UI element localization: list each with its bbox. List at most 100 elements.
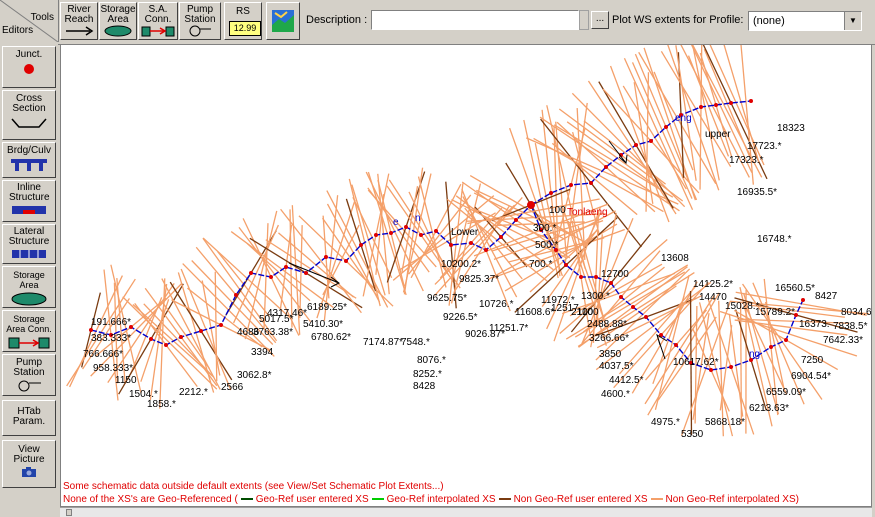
lower-reach-line-node[interactable] bbox=[179, 335, 183, 339]
profile-select[interactable]: (none) ▼ bbox=[748, 11, 862, 31]
lower-reach-line-node[interactable] bbox=[324, 255, 328, 259]
tonlaeng-reach-xs-line[interactable] bbox=[647, 292, 720, 416]
lower-reach-line-node[interactable] bbox=[484, 248, 488, 252]
lower-reach-line-node[interactable] bbox=[404, 225, 408, 229]
station-label: 4037.5* bbox=[599, 361, 634, 372]
inline-structure-icon bbox=[12, 206, 46, 214]
scrollbar-thumb[interactable] bbox=[66, 509, 72, 516]
upper-reach-line-node[interactable] bbox=[589, 181, 593, 185]
lower-reach-line-node[interactable] bbox=[514, 218, 518, 222]
lower-reach-line-node[interactable] bbox=[284, 265, 288, 269]
station-label: 2566 bbox=[221, 382, 244, 393]
lower-reach-line-node[interactable] bbox=[499, 235, 503, 239]
rs-button[interactable]: RS 12.99 bbox=[224, 2, 262, 40]
bridge-culvert-button[interactable]: Brdg/Culv bbox=[2, 142, 56, 178]
river-name-text-3[interactable]: eng bbox=[675, 113, 692, 124]
upper-reach-line-node[interactable] bbox=[569, 183, 573, 187]
upper-reach-line-node[interactable] bbox=[729, 101, 733, 105]
lower-reach-xs-line[interactable] bbox=[214, 271, 218, 382]
tonlaeng-reach-line-node[interactable] bbox=[769, 345, 773, 349]
river-schematic[interactable]: 191.666*383.333*766.666*958.333*11501504… bbox=[61, 45, 872, 507]
tonlaeng-reach-line-node[interactable] bbox=[784, 338, 788, 342]
station-label: 7838.5* bbox=[833, 321, 868, 332]
station-label: 6213.63* bbox=[749, 403, 789, 414]
pump-station-button[interactable]: Pump Station bbox=[179, 2, 221, 40]
upper-reach-line-node[interactable] bbox=[649, 139, 653, 143]
tonlaeng-reach-line-node[interactable] bbox=[564, 263, 568, 267]
junction-button[interactable]: Junct. bbox=[2, 46, 56, 88]
tonlaeng-reach-line-node[interactable] bbox=[644, 315, 648, 319]
lateral-structure-button[interactable]: Lateral Structure bbox=[2, 224, 56, 264]
junction-marker[interactable] bbox=[527, 201, 535, 209]
station-label: 6780.62* bbox=[311, 332, 351, 343]
pump-station-tool-button[interactable]: Pump Station bbox=[2, 354, 56, 396]
station-label: 16373. bbox=[799, 319, 830, 330]
lower-reach-line-node[interactable] bbox=[199, 329, 203, 333]
lower-reach-line-node[interactable] bbox=[89, 328, 93, 332]
tonlaeng-reach-line-node[interactable] bbox=[579, 275, 583, 279]
upper-reach-line-node[interactable] bbox=[604, 165, 608, 169]
sa-conn-button[interactable]: S.A. Conn. bbox=[138, 2, 178, 40]
station-label: 3062.8* bbox=[237, 370, 272, 381]
upper-reach-line-node[interactable] bbox=[699, 105, 703, 109]
htab-param-button[interactable]: HTab Param. bbox=[2, 400, 56, 436]
description-input[interactable] bbox=[371, 10, 579, 30]
upper-reach-line-node[interactable] bbox=[549, 191, 553, 195]
description-browse-button[interactable]: ... bbox=[591, 11, 609, 29]
editor-sidebar: Junct. Cross Section Brdg/Culv Inline St… bbox=[0, 44, 58, 517]
river-name-text-4[interactable]: ng bbox=[749, 349, 760, 360]
lower-reach-line-node[interactable] bbox=[419, 233, 423, 237]
lower-reach-line-node[interactable] bbox=[219, 323, 223, 327]
description-scroll[interactable] bbox=[579, 10, 589, 30]
station-label: 7642.33* bbox=[823, 335, 863, 346]
lower-reach-line-node[interactable] bbox=[434, 229, 438, 233]
lower-reach-line-node[interactable] bbox=[449, 243, 453, 247]
tonlaeng-reach-line-node[interactable] bbox=[709, 368, 713, 372]
tonlaeng-reach-line-node[interactable] bbox=[729, 365, 733, 369]
lower-reach-line-node[interactable] bbox=[269, 275, 273, 279]
lower-reach-line-node[interactable] bbox=[344, 259, 348, 263]
station-label: 3266.66* bbox=[589, 333, 629, 344]
tonlaeng-reach-line-node[interactable] bbox=[631, 305, 635, 309]
station-label: 11251.7* bbox=[489, 323, 528, 334]
lower-reach-line-node[interactable] bbox=[149, 337, 153, 341]
storage-area-conn-button[interactable]: Storage Area Conn. bbox=[2, 310, 56, 352]
lower-reach-line-node[interactable] bbox=[164, 343, 168, 347]
tonlaeng-reach-line-node[interactable] bbox=[801, 298, 805, 302]
lower-reach-line-node[interactable] bbox=[249, 271, 253, 275]
view-picture-button[interactable]: View Picture bbox=[2, 440, 56, 488]
lower-reach-line-node[interactable] bbox=[374, 233, 378, 237]
tonlaeng-reach-line-node[interactable] bbox=[619, 295, 623, 299]
upper-reach-xs-line[interactable] bbox=[690, 45, 720, 181]
river-name-text-2[interactable]: n bbox=[415, 213, 421, 224]
upper-reach-line-node[interactable] bbox=[634, 143, 638, 147]
map-layers-button[interactable] bbox=[266, 2, 300, 40]
upper-reach-line-node[interactable] bbox=[714, 103, 718, 107]
storage-area-button[interactable]: Storage Area bbox=[99, 2, 137, 40]
cross-section-button[interactable]: Cross Section bbox=[2, 90, 56, 140]
lower-reach-line-node[interactable] bbox=[234, 293, 238, 297]
tonlaeng-reach-line-node[interactable] bbox=[674, 343, 678, 347]
inline-structure-button[interactable]: Inline Structure bbox=[2, 180, 56, 222]
horizontal-scrollbar[interactable] bbox=[60, 507, 872, 517]
chevron-down-icon[interactable]: ▼ bbox=[844, 12, 861, 30]
station-label: 7548.* bbox=[401, 337, 430, 348]
station-label: 11608.6* bbox=[515, 307, 554, 318]
upper-reach-line-node[interactable] bbox=[749, 99, 753, 103]
river-name-text-1[interactable]: e bbox=[393, 217, 399, 228]
station-label: 9625.75* bbox=[427, 293, 467, 304]
upper-reach-line-node[interactable] bbox=[664, 125, 668, 129]
lower-reach-line-node[interactable] bbox=[304, 271, 308, 275]
bridge-icon bbox=[11, 159, 47, 171]
tonlaeng-reach-line-node[interactable] bbox=[594, 275, 598, 279]
river-reach-button[interactable]: River Reach bbox=[60, 2, 98, 40]
tonlaeng-reach-line-node[interactable] bbox=[609, 281, 613, 285]
lower-reach-line-node[interactable] bbox=[389, 231, 393, 235]
lower-reach-line-node[interactable] bbox=[469, 241, 473, 245]
storage-area-tool-button[interactable]: Storage Area bbox=[2, 266, 56, 308]
map-icon bbox=[272, 10, 294, 32]
tools-label: Tools bbox=[30, 12, 54, 23]
legend-prefix: None of the XS's are Geo-Referenced ( bbox=[63, 494, 238, 505]
lower-reach-line-node[interactable] bbox=[359, 243, 363, 247]
schematic-canvas[interactable]: 191.666* 383.333* 766.666* 958.333* 1150 1504… bbox=[60, 44, 872, 507]
